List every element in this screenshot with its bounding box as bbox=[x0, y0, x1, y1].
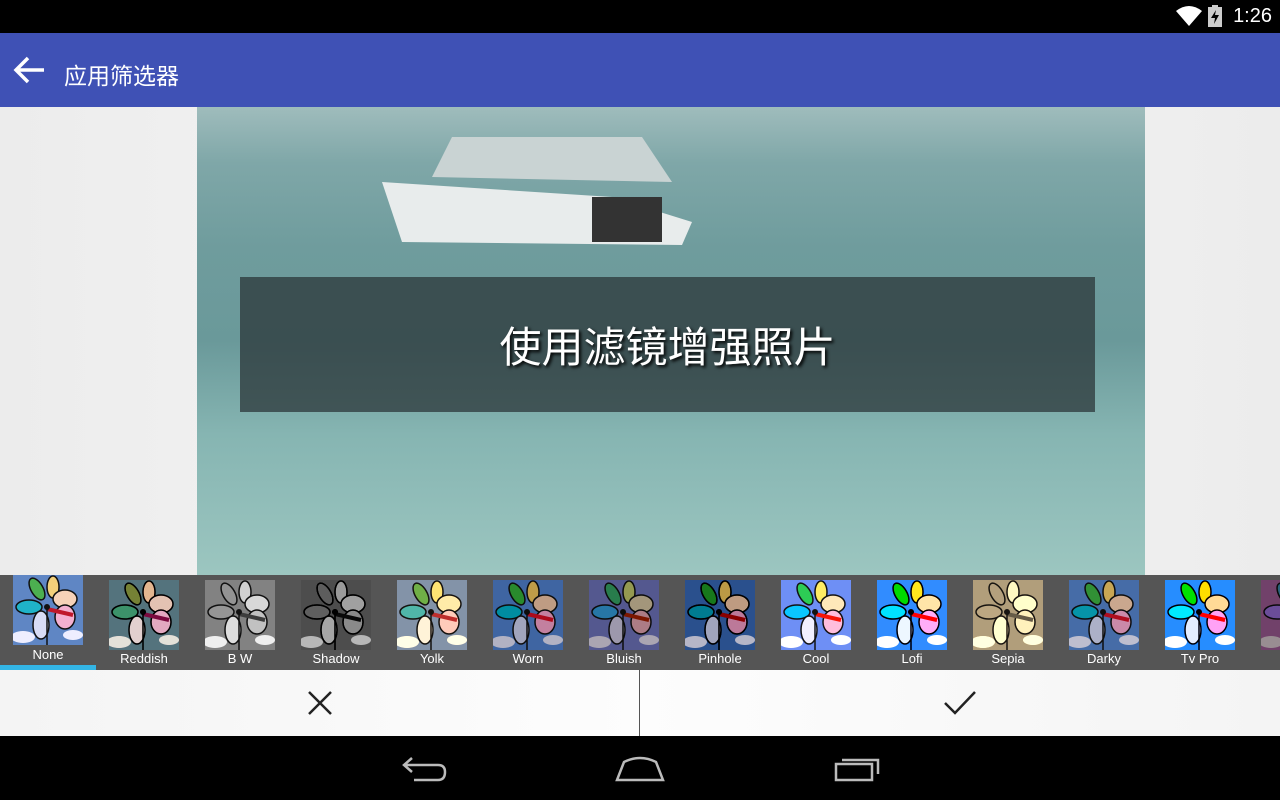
filter-item-darky[interactable]: Darky bbox=[1056, 575, 1152, 670]
check-icon bbox=[944, 691, 976, 715]
filter-strip[interactable]: None Reddish B W Shadow Yolk Worn Bluish Pinhol… bbox=[0, 575, 1280, 670]
filter-label: Tv Pro bbox=[1180, 651, 1220, 666]
filter-label: Darky bbox=[1087, 651, 1121, 666]
filter-item-reddish[interactable]: Reddish bbox=[96, 575, 192, 670]
filter-item-lofi[interactable]: Lofi bbox=[864, 575, 960, 670]
filter-label: Worn bbox=[512, 651, 544, 666]
back-icon[interactable] bbox=[400, 754, 448, 784]
filter-thumbnail bbox=[877, 580, 947, 650]
filter-item-partial[interactable] bbox=[1248, 575, 1280, 670]
filter-item-cool[interactable]: Cool bbox=[768, 575, 864, 670]
filter-label: Reddish bbox=[120, 651, 168, 666]
filter-label: Yolk bbox=[419, 651, 445, 666]
clock: 1:26 bbox=[1233, 5, 1272, 27]
caption-banner: 使用滤镜增强照片 bbox=[240, 277, 1095, 412]
filter-thumbnail bbox=[301, 580, 371, 650]
confirm-button[interactable] bbox=[640, 670, 1280, 736]
preview-area: 使用滤镜增强照片 bbox=[0, 107, 1280, 575]
filter-item-yolk[interactable]: Yolk bbox=[384, 575, 480, 670]
filter-thumbnail bbox=[13, 575, 83, 645]
filter-item-pinhole[interactable]: Pinhole bbox=[672, 575, 768, 670]
filter-thumbnail bbox=[205, 580, 275, 650]
filter-thumbnail bbox=[781, 580, 851, 650]
status-bar: 1:26 bbox=[0, 0, 1280, 33]
home-icon[interactable] bbox=[614, 754, 666, 784]
filter-label: Lofi bbox=[901, 651, 923, 666]
filter-thumbnail bbox=[685, 580, 755, 650]
filter-thumbnail bbox=[397, 580, 467, 650]
navigation-bar bbox=[0, 736, 1280, 800]
filter-label: B W bbox=[227, 651, 253, 666]
close-icon bbox=[308, 691, 332, 715]
recents-icon[interactable] bbox=[832, 754, 882, 784]
filter-thumbnail bbox=[1261, 580, 1280, 650]
photo-preview: 使用滤镜增强照片 bbox=[197, 107, 1145, 575]
filter-thumbnail bbox=[973, 580, 1043, 650]
filter-item-sepia[interactable]: Sepia bbox=[960, 575, 1056, 670]
filter-thumbnail bbox=[109, 580, 179, 650]
action-bar bbox=[0, 670, 1280, 736]
filter-thumbnail bbox=[1069, 580, 1139, 650]
filter-item-tv-pro[interactable]: Tv Pro bbox=[1152, 575, 1248, 670]
filter-label: Sepia bbox=[991, 651, 1025, 666]
filter-label: None bbox=[32, 647, 64, 662]
filter-thumbnail bbox=[1165, 580, 1235, 650]
page-title: 应用筛选器 bbox=[64, 64, 179, 90]
filter-item-shadow[interactable]: Shadow bbox=[288, 575, 384, 670]
filter-item-bluish[interactable]: Bluish bbox=[576, 575, 672, 670]
wifi-icon bbox=[1176, 6, 1202, 26]
boat-image bbox=[382, 137, 692, 245]
filter-thumbnail bbox=[589, 580, 659, 650]
filter-label: Pinhole bbox=[698, 651, 742, 666]
filter-item-none[interactable]: None bbox=[0, 575, 96, 670]
filter-label: Shadow bbox=[312, 651, 360, 666]
filter-label: Cool bbox=[802, 651, 830, 666]
filter-item-worn[interactable]: Worn bbox=[480, 575, 576, 670]
filter-label: Bluish bbox=[606, 651, 642, 666]
app-bar: 应用筛选器 bbox=[0, 33, 1280, 107]
battery-charging-icon bbox=[1208, 5, 1222, 27]
filter-thumbnail bbox=[493, 580, 563, 650]
cancel-button[interactable] bbox=[0, 670, 640, 736]
caption-text: 使用滤镜增强照片 bbox=[499, 323, 836, 372]
filter-item-b-w[interactable]: B W bbox=[192, 575, 288, 670]
arrow-left-icon[interactable] bbox=[12, 55, 46, 85]
